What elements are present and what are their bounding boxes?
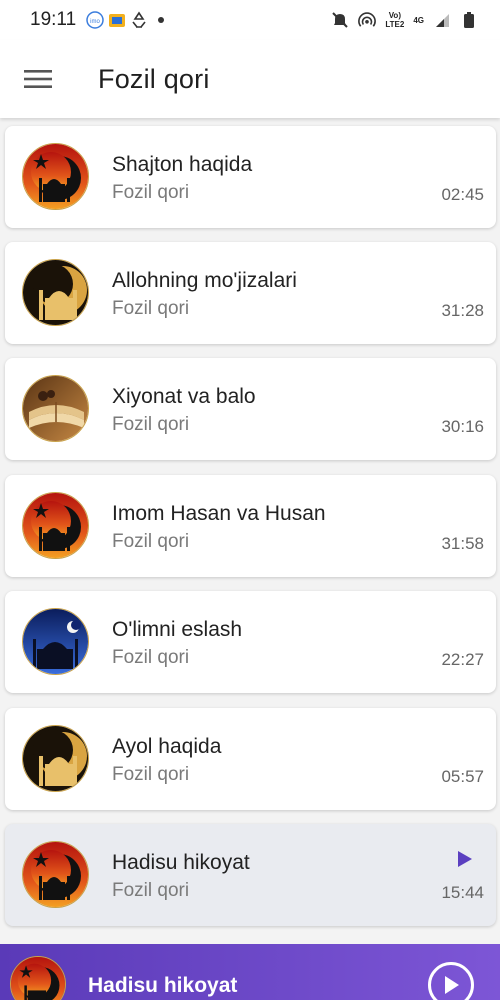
track-title: Shajton haqida — [112, 153, 253, 176]
net-type-label: 4G — [413, 15, 424, 25]
track-duration: 15:44 — [441, 883, 484, 902]
battery-icon — [460, 11, 478, 29]
now-playing-icon — [458, 851, 472, 867]
track-title: Allohning mo'jizalari — [112, 269, 297, 292]
track-duration: 02:45 — [441, 185, 484, 204]
tv-icon — [108, 11, 126, 29]
track-duration: 05:57 — [441, 767, 484, 786]
track-artist: Fozil qori — [112, 880, 190, 901]
track-item[interactable]: Ayol haqida Fozil qori 05:57 — [5, 708, 496, 810]
imo-icon: imo — [86, 11, 104, 29]
menu-button[interactable] — [10, 51, 66, 107]
track-artist: Fozil qori — [112, 298, 190, 319]
track-artist: Fozil qori — [112, 531, 190, 552]
track-item[interactable]: Xiyonat va balo Fozil qori 30:16 — [5, 358, 496, 460]
play-button[interactable] — [428, 962, 474, 1000]
recycle-icon — [130, 11, 148, 29]
svg-text:imo: imo — [90, 19, 100, 25]
volte-label: Vo) — [388, 11, 401, 20]
track-title: Ayol haqida — [112, 735, 222, 758]
mute-icon — [331, 11, 349, 29]
dot-icon — [152, 11, 170, 29]
track-item[interactable]: Shajton haqida Fozil qori 02:45 — [5, 126, 496, 228]
track-artist: Fozil qori — [112, 182, 190, 203]
track-item-active[interactable]: Hadisu hikoyat Fozil qori 15:44 — [5, 824, 496, 926]
track-thumbnail — [22, 259, 89, 326]
hotspot-icon — [358, 11, 377, 29]
track-duration: 30:16 — [441, 417, 484, 436]
track-duration: 31:58 — [441, 534, 484, 553]
track-title: Hadisu hikoyat — [112, 851, 250, 874]
app-bar: Fozil qori — [0, 40, 500, 118]
track-duration: 31:28 — [441, 301, 484, 320]
track-artist: Fozil qori — [112, 764, 190, 785]
player-track-title: Hadisu hikoyat — [88, 974, 238, 997]
status-bar: 19:11 imo Vo) LTE2 4G — [0, 0, 500, 40]
status-time: 19:11 — [30, 9, 77, 30]
track-title: Xiyonat va balo — [112, 385, 256, 408]
player-thumbnail — [10, 956, 66, 1000]
track-artist: Fozil qori — [112, 647, 190, 668]
track-thumbnail — [22, 725, 89, 792]
track-thumbnail — [22, 608, 89, 675]
track-item[interactable]: Imom Hasan va Husan Fozil qori 31:58 — [5, 475, 496, 577]
track-thumbnail — [22, 492, 89, 559]
status-notification-icons: imo — [86, 11, 170, 29]
track-artist: Fozil qori — [112, 414, 190, 435]
track-thumbnail — [22, 143, 89, 210]
track-duration: 22:27 — [441, 650, 484, 669]
status-system-icons: Vo) LTE2 4G — [331, 11, 478, 29]
mini-player[interactable]: Hadisu hikoyat — [0, 944, 500, 1000]
track-item[interactable]: O'limni eslash Fozil qori 22:27 — [5, 591, 496, 693]
track-item[interactable]: Allohning mo'jizalari Fozil qori 31:28 — [5, 242, 496, 344]
menu-icon — [24, 70, 52, 88]
page-title: Fozil qori — [98, 63, 210, 94]
network-label: Vo) LTE2 — [385, 11, 404, 29]
lte-label: LTE2 — [385, 20, 405, 29]
track-thumbnail — [22, 841, 89, 908]
track-title: O'limni eslash — [112, 618, 243, 641]
play-circle-icon — [445, 976, 459, 994]
signal-icon — [433, 11, 451, 29]
track-thumbnail — [22, 375, 89, 442]
track-title: Imom Hasan va Husan — [112, 502, 326, 525]
